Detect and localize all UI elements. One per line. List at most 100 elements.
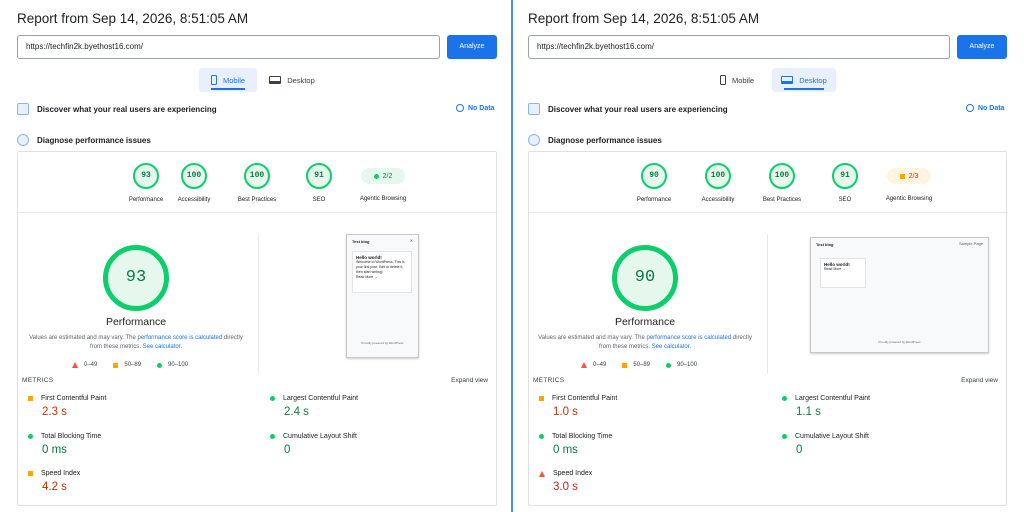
- performance-big-label: Performance: [614, 316, 676, 328]
- si-value: 4.2 s: [42, 481, 67, 493]
- average-square-icon: [899, 173, 905, 179]
- metric-fcp: First Contentful Paint 2.3 s: [28, 395, 228, 418]
- analyze-button[interactable]: Analyze: [447, 35, 497, 59]
- users-icon: [17, 103, 29, 115]
- pass-circle-icon: [270, 396, 275, 401]
- diagnose-text: Diagnose performance issues: [548, 135, 662, 145]
- no-data-link[interactable]: No Data: [456, 104, 494, 112]
- results-card: 93 Performance 100 Accessibility 100 Bes…: [17, 151, 498, 506]
- tbt-value: 0 ms: [42, 444, 67, 456]
- disclaimer-text-1: Values are estimated and may vary. The: [538, 335, 647, 341]
- desktop-report-panel: Report from Sep 14, 2026, 8:51:05 AM htt…: [513, 0, 1023, 512]
- agentic-pill: 2/2: [361, 168, 405, 184]
- thumb-post-card: Hello world! Read More →: [820, 258, 866, 288]
- url-input[interactable]: https://techfin2k.byethost16.com/: [528, 35, 950, 59]
- si-value: 3.0 s: [553, 481, 578, 493]
- pass-circle-icon: [28, 434, 33, 439]
- discover-text: Discover what your real users are experi…: [37, 104, 217, 114]
- pass-circle-icon: [157, 362, 163, 368]
- metric-lcp: Largest Contentful Paint 1.1 s: [782, 395, 982, 418]
- no-data-link[interactable]: No Data: [966, 104, 1004, 112]
- legend-red: 0–49: [84, 362, 98, 368]
- legend-green: 90–100: [677, 362, 698, 368]
- diagnose-icon: [17, 134, 29, 146]
- legend-green: 90–100: [168, 362, 189, 368]
- score-agentic: 2/3: [908, 172, 919, 180]
- tab-mobile[interactable]: Mobile: [708, 68, 766, 92]
- score-calc-link[interactable]: performance score is calculated: [647, 335, 732, 341]
- performance-big-gauge: 93: [103, 245, 169, 311]
- tab-mobile-label: Mobile: [731, 75, 755, 85]
- lcp-value: 1.1 s: [796, 406, 821, 418]
- fail-triangle-icon: [539, 470, 545, 477]
- tab-desktop-label: Desktop: [799, 75, 827, 85]
- tab-desktop[interactable]: Desktop: [263, 68, 321, 92]
- device-tabs: Mobile Desktop: [199, 68, 321, 92]
- si-label: Speed Index: [553, 470, 593, 477]
- average-square-icon: [28, 471, 33, 476]
- cls-value: 0: [796, 444, 803, 456]
- tab-desktop-label: Desktop: [287, 75, 315, 85]
- label-agentic: Agentic Browsing: [359, 196, 407, 202]
- diagnose-text: Diagnose performance issues: [37, 135, 151, 145]
- tbt-label: Total Blocking Time: [41, 433, 102, 440]
- score-best-practices: 100: [244, 163, 270, 189]
- tab-mobile-label: Mobile: [222, 75, 246, 85]
- si-label: Speed Index: [41, 470, 81, 477]
- see-calculator-link[interactable]: See calculator.: [143, 344, 182, 350]
- score-agentic: 2/2: [382, 172, 393, 180]
- average-square-icon: [539, 396, 544, 401]
- info-icon: [456, 104, 464, 112]
- score-performance: 90: [641, 163, 667, 189]
- page-screenshot-thumbnail[interactable]: Test blog Sample Page Hello world! Read …: [810, 237, 989, 353]
- legend-red: 0–49: [593, 362, 607, 368]
- discover-text: Discover what your real users are experi…: [548, 104, 728, 114]
- metric-tbt: Total Blocking Time 0 ms: [539, 433, 739, 456]
- score-accessibility: 100: [181, 163, 207, 189]
- metric-cls: Cumulative Layout Shift 0: [782, 433, 982, 456]
- pass-circle-icon: [666, 362, 672, 368]
- tab-desktop[interactable]: Desktop: [772, 68, 836, 92]
- vertical-divider: [767, 234, 768, 374]
- results-card: 90 Performance 100 Accessibility 100 Bes…: [528, 151, 1008, 506]
- lcp-label: Largest Contentful Paint: [795, 395, 871, 402]
- gauge-agentic[interactable]: 2/3 Agentic Browsing: [869, 163, 949, 202]
- discover-section-heading: Discover what your real users are experi…: [17, 103, 217, 115]
- metric-si: Speed Index 4.2 s: [28, 470, 228, 493]
- see-calculator-link[interactable]: See calculator.: [652, 344, 691, 350]
- expand-view-link[interactable]: Expand view: [451, 377, 488, 384]
- diagnose-icon: [528, 134, 540, 146]
- fail-triangle-icon: [72, 362, 78, 368]
- fcp-label: First Contentful Paint: [41, 395, 107, 402]
- tbt-value: 0 ms: [553, 444, 578, 456]
- metric-tbt: Total Blocking Time 0 ms: [28, 433, 228, 456]
- fcp-label: First Contentful Paint: [552, 395, 618, 402]
- fcp-value: 2.3 s: [42, 406, 67, 418]
- no-data-label: No Data: [468, 104, 495, 112]
- tab-mobile[interactable]: Mobile: [199, 68, 257, 92]
- no-data-label: No Data: [978, 104, 1005, 112]
- thumb-footer: Proudly powered by WordPress: [878, 340, 921, 344]
- thumb-post-card: Hello world! Welcome to WordPress. This …: [352, 251, 412, 293]
- lcp-label: Largest Contentful Paint: [283, 395, 359, 402]
- thumb-menu: Sample Page: [958, 241, 983, 246]
- gauge-agentic[interactable]: 2/2 Agentic Browsing: [343, 163, 423, 202]
- discover-section-heading: Discover what your real users are experi…: [528, 103, 728, 115]
- fail-triangle-icon: [581, 362, 587, 368]
- divider: [529, 212, 1008, 213]
- page-screenshot-thumbnail[interactable]: Test blog ✕ Hello world! Welcome to Word…: [346, 234, 419, 358]
- score-seo: 91: [832, 163, 858, 189]
- score-calc-link[interactable]: performance score is calculated: [138, 335, 223, 341]
- metric-cls: Cumulative Layout Shift 0: [270, 433, 470, 456]
- disclaimer: Values are estimated and may vary. The p…: [26, 334, 246, 352]
- expand-view-link[interactable]: Expand view: [961, 377, 998, 384]
- thumb-blog-title: Test blog: [352, 239, 370, 244]
- fcp-value: 1.0 s: [553, 406, 578, 418]
- diagnose-section-heading: Diagnose performance issues: [528, 134, 662, 146]
- url-input[interactable]: https://techfin2k.byethost16.com/: [17, 35, 440, 59]
- analyze-button[interactable]: Analyze: [957, 35, 1007, 59]
- thumb-more: Read More →: [824, 267, 846, 271]
- metric-fcp: First Contentful Paint 1.0 s: [539, 395, 739, 418]
- report-title: Report from Sep 14, 2026, 8:51:05 AM: [17, 11, 249, 26]
- average-square-icon: [113, 362, 119, 368]
